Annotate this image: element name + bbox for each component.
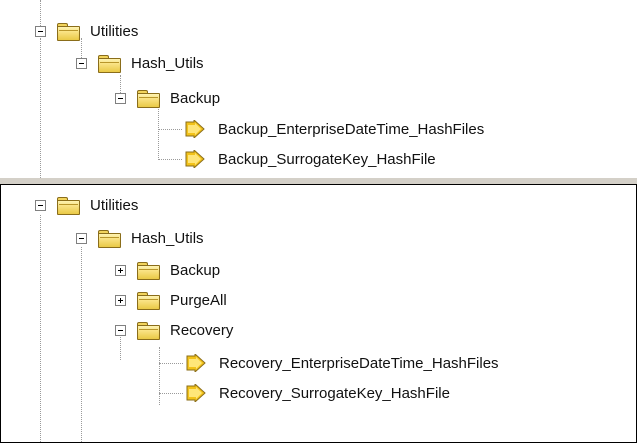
job-icon: [185, 354, 207, 372]
collapse-toggle[interactable]: [76, 57, 87, 69]
tree-line: [159, 347, 160, 405]
job-icon: [184, 120, 206, 138]
tree-node-label: Recovery: [170, 321, 234, 339]
tree-node-backup[interactable]: Backup: [115, 83, 222, 113]
tree-view-bottom: Utilities Hash_Utils Backup PurgeAll Rec…: [0, 184, 637, 443]
tree-node-purgeall[interactable]: PurgeAll: [115, 285, 229, 315]
tree-node-label: Backup_EnterpriseDateTime_HashFiles: [218, 120, 485, 138]
expand-toggle[interactable]: [115, 264, 126, 276]
tree-node-job[interactable]: Backup_EnterpriseDateTime_HashFiles: [184, 114, 486, 144]
tree-node-label: Recovery_EnterpriseDateTime_HashFiles: [219, 354, 499, 372]
tree-line: [81, 247, 82, 442]
expand-toggle[interactable]: [115, 294, 126, 306]
collapse-toggle[interactable]: [115, 324, 126, 336]
tree-node-backup[interactable]: Backup: [115, 255, 222, 285]
collapse-toggle[interactable]: [35, 199, 46, 211]
tree-node-job[interactable]: Recovery_SurrogateKey_HashFile: [185, 378, 452, 408]
folder-icon: [136, 291, 160, 310]
tree-node-label: Utilities: [90, 196, 139, 214]
tree-node-recovery[interactable]: Recovery: [115, 315, 235, 345]
folder-icon: [136, 261, 160, 280]
open-folder-icon: [97, 54, 121, 73]
tree-node-hash-utils[interactable]: Hash_Utils: [76, 48, 206, 78]
tree-line: [159, 393, 183, 394]
tree-view-top: Utilities Hash_Utils Backup Backup_Enter…: [0, 0, 637, 178]
open-folder-icon: [56, 22, 80, 41]
collapse-toggle[interactable]: [115, 92, 126, 104]
open-folder-icon: [97, 229, 121, 248]
tree-node-label: PurgeAll: [170, 291, 227, 309]
job-icon: [184, 150, 206, 168]
tree-node-label: Utilities: [90, 22, 139, 40]
open-folder-icon: [136, 321, 160, 340]
tree-node-label: Hash_Utils: [131, 54, 204, 72]
tree-line: [158, 129, 182, 130]
tree-node-label: Backup_SurrogateKey_HashFile: [218, 150, 436, 168]
collapse-toggle[interactable]: [76, 232, 87, 244]
open-folder-icon: [56, 196, 80, 215]
tree-node-label: Backup: [170, 261, 221, 279]
open-folder-icon: [136, 89, 160, 108]
tree-node-hash-utils[interactable]: Hash_Utils: [76, 223, 206, 253]
tree-line: [159, 363, 183, 364]
tree-node-job[interactable]: Backup_SurrogateKey_HashFile: [184, 144, 438, 174]
tree-node-label: Recovery_SurrogateKey_HashFile: [219, 384, 450, 402]
tree-line: [158, 159, 182, 160]
tree-line: [40, 38, 41, 178]
tree-node-label: Backup: [170, 89, 221, 107]
tree-node-utilities[interactable]: Utilities: [35, 16, 140, 46]
tree-node-label: Hash_Utils: [131, 229, 204, 247]
collapse-toggle[interactable]: [35, 25, 46, 37]
tree-line: [40, 215, 41, 442]
tree-node-job[interactable]: Recovery_EnterpriseDateTime_HashFiles: [185, 348, 501, 378]
tree-node-utilities[interactable]: Utilities: [35, 190, 140, 220]
job-icon: [185, 384, 207, 402]
